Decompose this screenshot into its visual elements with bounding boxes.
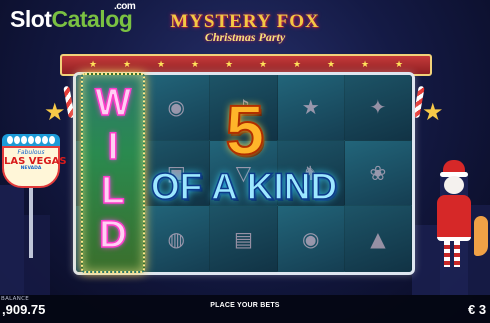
star-icon: ★	[301, 95, 320, 120]
welcome-letter	[49, 136, 55, 144]
reel-cell: ◉	[277, 206, 345, 272]
ornament-icon: ◉	[301, 226, 320, 251]
reel-cell: ★	[277, 75, 345, 141]
game-title: MYSTERY FOX Christmas Party	[150, 12, 340, 44]
santa-coat	[437, 195, 471, 241]
welcome-bar	[2, 134, 60, 146]
star-icon: ★	[394, 59, 404, 70]
game-title-sub: Christmas Party	[204, 30, 286, 44]
welcome-letter	[7, 136, 13, 144]
star-icon: ★	[122, 59, 132, 70]
sign-pole	[29, 188, 33, 258]
wild-letter: I	[107, 125, 119, 169]
wild-letter: W	[94, 81, 131, 125]
star-icon: ★	[258, 59, 268, 70]
welcome-letter	[14, 136, 20, 144]
wild-letter: D	[99, 213, 128, 257]
welcome-letter	[42, 136, 48, 144]
reel-cell: ▲	[344, 206, 412, 272]
tree-icon: ▲	[370, 226, 386, 251]
reel-cell: ✦	[344, 75, 412, 141]
star-icon: ★	[422, 98, 444, 126]
star-icon: ★	[224, 59, 234, 70]
star-icon: ★	[292, 59, 302, 70]
star-icon: ★	[326, 59, 336, 70]
bottom-bar	[0, 295, 490, 323]
ornament-icon: ◉	[167, 95, 186, 120]
status-message: PLACE YOUR BETS	[210, 302, 280, 309]
las-vegas-sign: Fabulous LAS VEGAS NEVADA	[2, 134, 67, 258]
balance-value: ,909.75	[2, 302, 46, 317]
show-icon: ◍	[167, 226, 186, 251]
star-icon: ★	[44, 98, 66, 126]
reel-cell: ▤	[210, 206, 278, 272]
fox-tail	[474, 216, 488, 256]
fox-head	[444, 176, 464, 194]
win-count: 5	[225, 91, 266, 169]
sign-state: NEVADA	[20, 166, 42, 171]
welcome-letter	[21, 136, 27, 144]
reel-cell: ◍	[143, 206, 211, 272]
reel-cell: ◉	[143, 75, 211, 141]
santa-hat	[440, 160, 468, 177]
candy-icon: ✦	[369, 95, 387, 120]
fox-santa-character	[428, 160, 488, 292]
welcome-letter	[28, 136, 34, 144]
star-icon: ★	[190, 59, 200, 70]
star-icon: ★	[156, 59, 166, 70]
box-icon: ▤	[234, 226, 253, 251]
star-icon: ★	[360, 59, 370, 70]
welcome-letter	[35, 136, 41, 144]
bet-value[interactable]: € 3	[468, 302, 486, 317]
win-caption: OF A KIND	[150, 166, 338, 207]
star-icon: ★	[88, 59, 98, 70]
sign-body: Fabulous LAS VEGAS NEVADA	[2, 146, 67, 188]
slotcatalog-logo: SlotCatalog .com	[10, 1, 136, 32]
game-scene: ★ ★ SlotCatalog .com MYSTERY FOX Christm…	[0, 0, 490, 323]
game-title-main: MYSTERY FOX	[170, 11, 320, 32]
